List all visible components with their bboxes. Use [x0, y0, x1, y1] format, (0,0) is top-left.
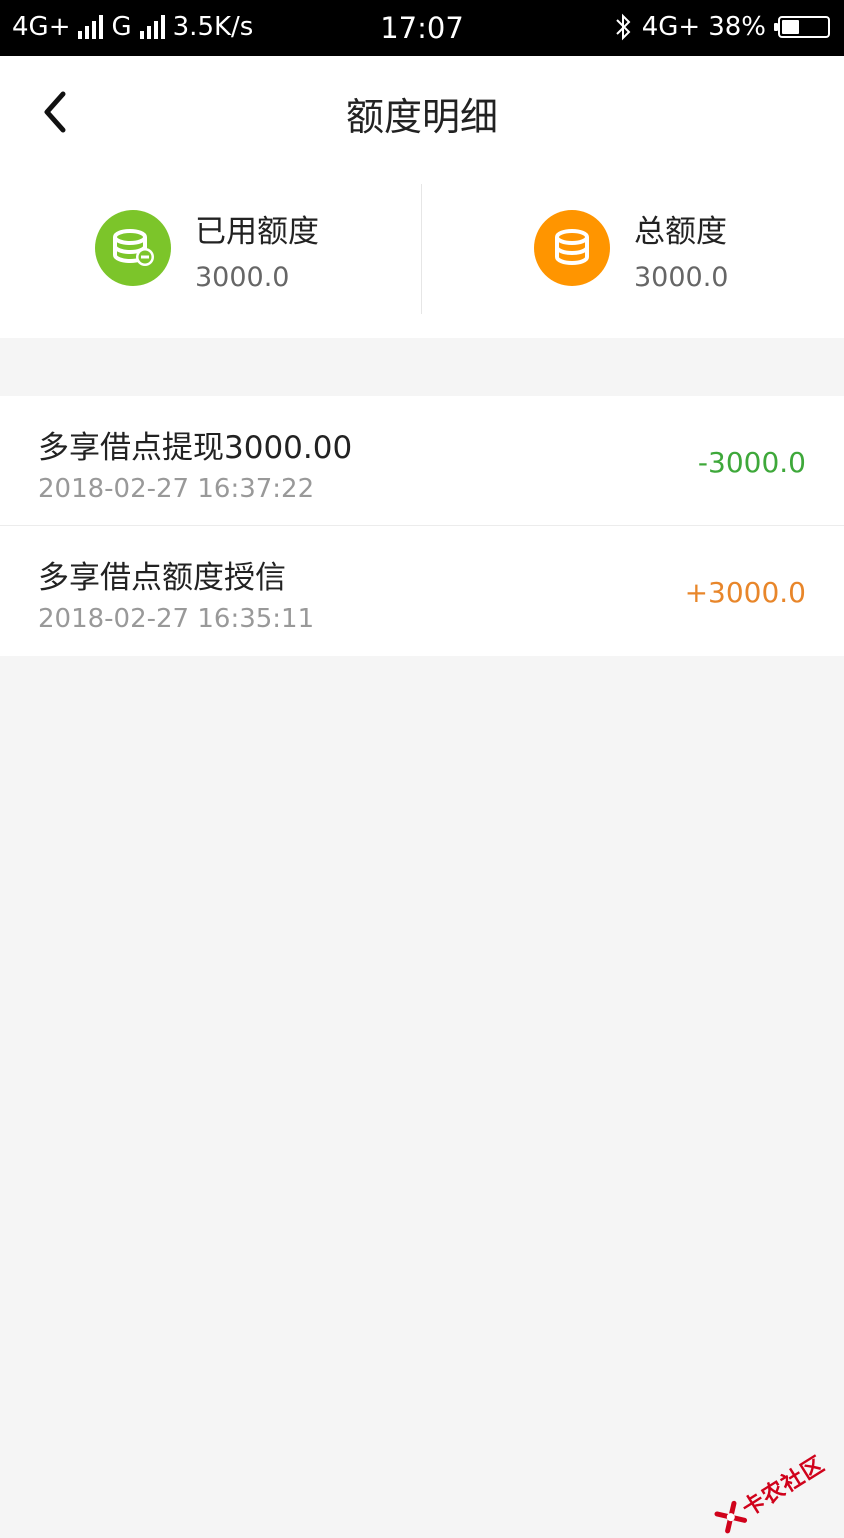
- battery-percent: 38%: [708, 12, 766, 42]
- credit-summary: 已用额度 3000.0 总额度 3000.0: [0, 168, 844, 338]
- credit-record-list: 多享借点提现3000.00 2018-02-27 16:37:22 -3000.…: [0, 396, 844, 656]
- watermark: 卡农社区: [711, 1447, 830, 1538]
- summary-divider: [421, 184, 422, 314]
- total-credit-label: 总额度: [634, 206, 727, 251]
- record-amount: -3000.0: [698, 446, 806, 479]
- bluetooth-icon: [614, 12, 634, 42]
- battery-icon: [778, 16, 830, 38]
- coins-minus-icon: [95, 210, 171, 286]
- network-indicator-3: 4G+: [642, 12, 701, 42]
- record-title: 多享借点提现3000.00: [38, 422, 352, 467]
- record-amount: +3000.0: [685, 576, 806, 609]
- status-right: 4G+ 38%: [614, 12, 830, 42]
- nav-bar: 额度明细: [0, 56, 844, 168]
- record-time: 2018-02-27 16:35:11: [38, 604, 314, 634]
- list-item[interactable]: 多享借点额度授信 2018-02-27 16:35:11 +3000.0: [0, 526, 844, 656]
- total-credit-value: 3000.0: [634, 262, 728, 293]
- page-title: 额度明细: [0, 86, 844, 141]
- record-time: 2018-02-27 16:37:22: [38, 474, 314, 504]
- used-credit-value: 3000.0: [195, 262, 289, 293]
- list-item[interactable]: 多享借点提现3000.00 2018-02-27 16:37:22 -3000.…: [0, 396, 844, 526]
- record-title: 多享借点额度授信: [38, 552, 286, 597]
- coins-icon: [534, 210, 610, 286]
- watermark-text: 卡农社区: [735, 1447, 830, 1523]
- used-credit-label: 已用额度: [195, 206, 319, 251]
- status-bar: 4G+ G 3.5K/s 17:07 4G+ 38%: [0, 0, 844, 56]
